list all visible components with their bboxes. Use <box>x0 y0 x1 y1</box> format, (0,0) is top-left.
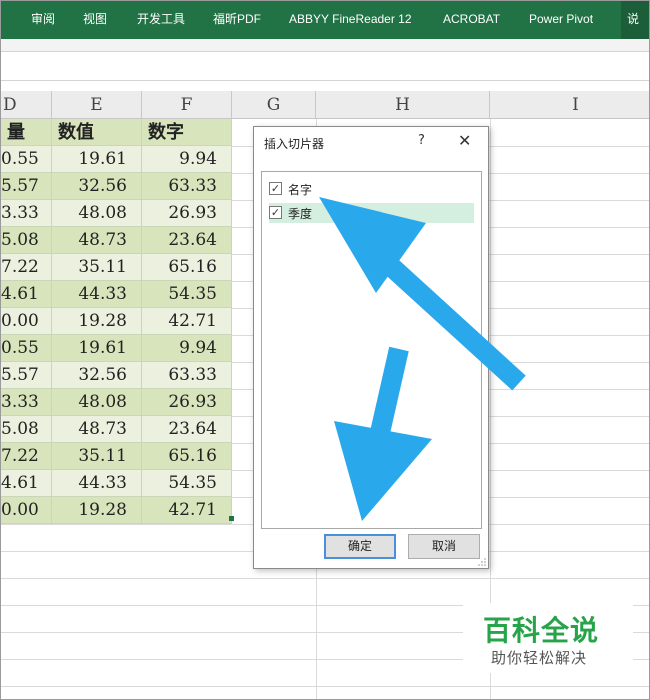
table-row: 5.57 32.56 63.33 <box>1 173 232 200</box>
tab-developer[interactable]: 开发工具 <box>137 1 185 39</box>
column-header-f[interactable]: F <box>142 91 232 119</box>
column-headers: D E F G H I <box>1 91 649 119</box>
header-cell-d[interactable]: 量 <box>1 119 52 146</box>
cell-d[interactable]: 0.00 <box>1 497 52 524</box>
column-header-e[interactable]: E <box>52 91 142 119</box>
cell-e[interactable]: 32.56 <box>52 173 142 200</box>
table-row: 5.57 32.56 63.33 <box>1 362 232 389</box>
slicer-field-quarter[interactable]: ✓ 季度 <box>269 203 474 223</box>
column-header-g[interactable]: G <box>232 91 316 119</box>
cell-e[interactable]: 48.08 <box>52 200 142 227</box>
cell-d[interactable]: 5.57 <box>1 362 52 389</box>
checkbox-name[interactable]: ✓ <box>269 182 282 195</box>
cell-d[interactable]: 4.61 <box>1 470 52 497</box>
table-row: 3.33 48.08 26.93 <box>1 389 232 416</box>
tab-foxit-pdf[interactable]: 福昕PDF <box>213 1 261 39</box>
table-row: 0.00 19.28 42.71 <box>1 497 232 524</box>
insert-slicer-dialog: 插入切片器 ? ✕ ✓ 名字 ✓ 季度 确定 取消 <box>253 126 489 569</box>
cell-e[interactable]: 19.61 <box>52 335 142 362</box>
cell-d[interactable]: 0.55 <box>1 335 52 362</box>
cell-f[interactable]: 65.16 <box>142 254 232 281</box>
cell-e[interactable]: 19.28 <box>52 308 142 335</box>
cell-e[interactable]: 48.73 <box>52 227 142 254</box>
table-row: 0.00 19.28 42.71 <box>1 308 232 335</box>
cell-e[interactable]: 48.73 <box>52 416 142 443</box>
resize-grip-icon[interactable] <box>478 558 486 566</box>
header-cell-e[interactable]: 数值 <box>52 119 142 146</box>
fill-handle[interactable] <box>229 516 234 521</box>
cell-d[interactable]: 7.22 <box>1 443 52 470</box>
dialog-title: 插入切片器 <box>264 137 325 151</box>
field-label-quarter: 季度 <box>288 207 313 221</box>
cell-d[interactable]: 3.33 <box>1 200 52 227</box>
cell-f[interactable]: 23.64 <box>142 416 232 443</box>
cell-d[interactable]: 3.33 <box>1 389 52 416</box>
table-row: 3.33 48.08 26.93 <box>1 200 232 227</box>
cell-f[interactable]: 63.33 <box>142 173 232 200</box>
close-icon[interactable]: ✕ <box>458 131 471 150</box>
cell-f[interactable]: 42.71 <box>142 497 232 524</box>
tab-review[interactable]: 审阅 <box>31 1 55 39</box>
tab-power-pivot[interactable]: Power Pivot <box>529 1 593 39</box>
column-header-h[interactable]: H <box>316 91 490 119</box>
formula-bar[interactable] <box>1 51 649 81</box>
checkbox-quarter[interactable]: ✓ <box>269 206 282 219</box>
cell-f[interactable]: 26.93 <box>142 389 232 416</box>
cell-e[interactable]: 19.61 <box>52 146 142 173</box>
field-label-name: 名字 <box>288 183 313 197</box>
cell-f[interactable]: 9.94 <box>142 146 232 173</box>
cell-d[interactable]: 4.61 <box>1 281 52 308</box>
cell-d[interactable]: 5.57 <box>1 173 52 200</box>
cell-e[interactable]: 32.56 <box>52 362 142 389</box>
ok-button[interactable]: 确定 <box>324 534 396 559</box>
table-row: 0.55 19.61 9.94 <box>1 335 232 362</box>
cell-d[interactable]: 5.08 <box>1 416 52 443</box>
cancel-button[interactable]: 取消 <box>408 534 480 559</box>
cell-f[interactable]: 54.35 <box>142 281 232 308</box>
column-header-i[interactable]: I <box>490 91 649 119</box>
watermark-title: 百科全说 <box>483 614 600 647</box>
cell-f[interactable]: 54.35 <box>142 470 232 497</box>
cell-f[interactable]: 65.16 <box>142 443 232 470</box>
cell-e[interactable]: 35.11 <box>52 254 142 281</box>
table-row: 4.61 44.33 54.35 <box>1 470 232 497</box>
cell-d[interactable]: 7.22 <box>1 254 52 281</box>
cell-d[interactable]: 0.55 <box>1 146 52 173</box>
table-row: 4.61 44.33 54.35 <box>1 281 232 308</box>
cell-d[interactable]: 0.00 <box>1 308 52 335</box>
ribbon-body <box>1 39 649 51</box>
tab-acrobat[interactable]: ACROBAT <box>443 1 500 39</box>
cell-f[interactable]: 42.71 <box>142 308 232 335</box>
header-cell-f[interactable]: 数字 <box>142 119 232 146</box>
cell-e[interactable]: 48.08 <box>52 389 142 416</box>
column-header-d[interactable]: D <box>1 91 52 119</box>
table-row: 7.22 35.11 65.16 <box>1 443 232 470</box>
table-row: 5.08 48.73 23.64 <box>1 227 232 254</box>
table-row: 0.55 19.61 9.94 <box>1 146 232 173</box>
cell-f[interactable]: 23.64 <box>142 227 232 254</box>
tab-more[interactable]: 说 <box>621 1 649 39</box>
tab-abbyy[interactable]: ABBYY FineReader 12 <box>289 1 412 39</box>
cell-e[interactable]: 44.33 <box>52 470 142 497</box>
table-row: 5.08 48.73 23.64 <box>1 416 232 443</box>
cell-e[interactable]: 44.33 <box>52 281 142 308</box>
watermark-subtitle: 助你轻松解决 <box>491 649 588 667</box>
cell-e[interactable]: 19.28 <box>52 497 142 524</box>
excel-window: 审阅 视图 开发工具 福昕PDF ABBYY FineReader 12 ACR… <box>0 0 650 700</box>
tab-view[interactable]: 视图 <box>83 1 107 39</box>
slicer-field-list: ✓ 名字 ✓ 季度 <box>261 171 482 529</box>
cell-f[interactable]: 26.93 <box>142 200 232 227</box>
cell-d[interactable]: 5.08 <box>1 227 52 254</box>
table-header-row: 量 数值 数字 <box>1 119 232 146</box>
cell-f[interactable]: 63.33 <box>142 362 232 389</box>
ribbon-tab-bar: 审阅 视图 开发工具 福昕PDF ABBYY FineReader 12 ACR… <box>1 1 649 39</box>
help-icon[interactable]: ? <box>418 133 425 148</box>
cell-e[interactable]: 35.11 <box>52 443 142 470</box>
slicer-field-name[interactable]: ✓ 名字 <box>269 179 474 199</box>
table-row: 7.22 35.11 65.16 <box>1 254 232 281</box>
watermark: 百科全说 助你轻松解决 <box>463 603 633 673</box>
cell-f[interactable]: 9.94 <box>142 335 232 362</box>
